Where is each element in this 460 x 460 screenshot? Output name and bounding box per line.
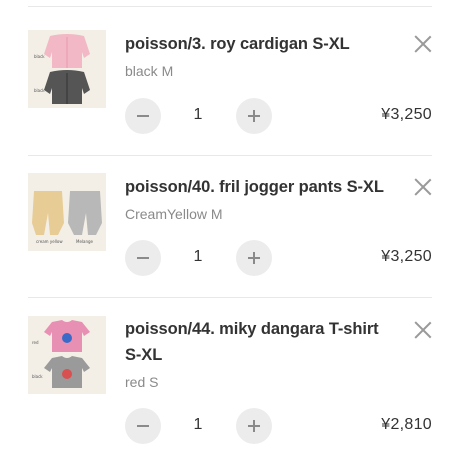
minus-icon xyxy=(137,115,149,117)
product-thumbnail[interactable]: red black xyxy=(28,316,106,394)
decrease-quantity-button[interactable] xyxy=(125,240,161,276)
increase-quantity-button[interactable] xyxy=(236,240,272,276)
product-title[interactable]: poisson/3. roy cardigan S-XL xyxy=(125,31,395,57)
quantity-value: 1 xyxy=(193,248,203,265)
product-variant: red S xyxy=(125,374,159,390)
product-title[interactable]: poisson/40. fril jogger pants S-XL xyxy=(125,174,395,200)
product-thumbnail[interactable]: cream yellow Melange xyxy=(28,173,106,251)
plus-icon-vertical xyxy=(253,252,255,264)
item-price: ¥2,810 xyxy=(381,416,432,433)
svg-text:black: black xyxy=(34,54,45,59)
remove-item-close-icon[interactable] xyxy=(412,176,434,198)
decrease-quantity-button[interactable] xyxy=(125,408,161,444)
minus-icon xyxy=(137,425,149,427)
cardigan-image: black black xyxy=(28,30,106,108)
product-variant: black M xyxy=(125,63,174,79)
tshirt-image: red black xyxy=(28,316,106,394)
product-thumbnail[interactable]: black black xyxy=(28,30,106,108)
plus-icon-vertical xyxy=(253,110,255,122)
svg-text:black: black xyxy=(32,374,43,379)
cart-item-list: black black poisson/3. roy cardigan S-XL… xyxy=(0,0,460,460)
divider xyxy=(28,155,432,156)
product-title[interactable]: poisson/44. miky dangara T-shirt S-XL xyxy=(125,316,395,368)
quantity-value: 1 xyxy=(193,106,203,123)
increase-quantity-button[interactable] xyxy=(236,408,272,444)
svg-text:cream yellow: cream yellow xyxy=(36,239,63,244)
svg-text:black: black xyxy=(34,88,45,93)
jogger-pants-image: cream yellow Melange xyxy=(28,173,106,251)
quantity-value: 1 xyxy=(193,416,203,433)
decrease-quantity-button[interactable] xyxy=(125,98,161,134)
svg-text:red: red xyxy=(32,340,39,345)
divider xyxy=(28,6,432,7)
remove-item-close-icon[interactable] xyxy=(412,33,434,55)
divider xyxy=(28,297,432,298)
increase-quantity-button[interactable] xyxy=(236,98,272,134)
item-price: ¥3,250 xyxy=(381,248,432,265)
remove-item-close-icon[interactable] xyxy=(412,319,434,341)
item-price: ¥3,250 xyxy=(381,106,432,123)
minus-icon xyxy=(137,257,149,259)
plus-icon-vertical xyxy=(253,420,255,432)
product-variant: CreamYellow M xyxy=(125,206,223,222)
svg-text:Melange: Melange xyxy=(76,239,94,244)
